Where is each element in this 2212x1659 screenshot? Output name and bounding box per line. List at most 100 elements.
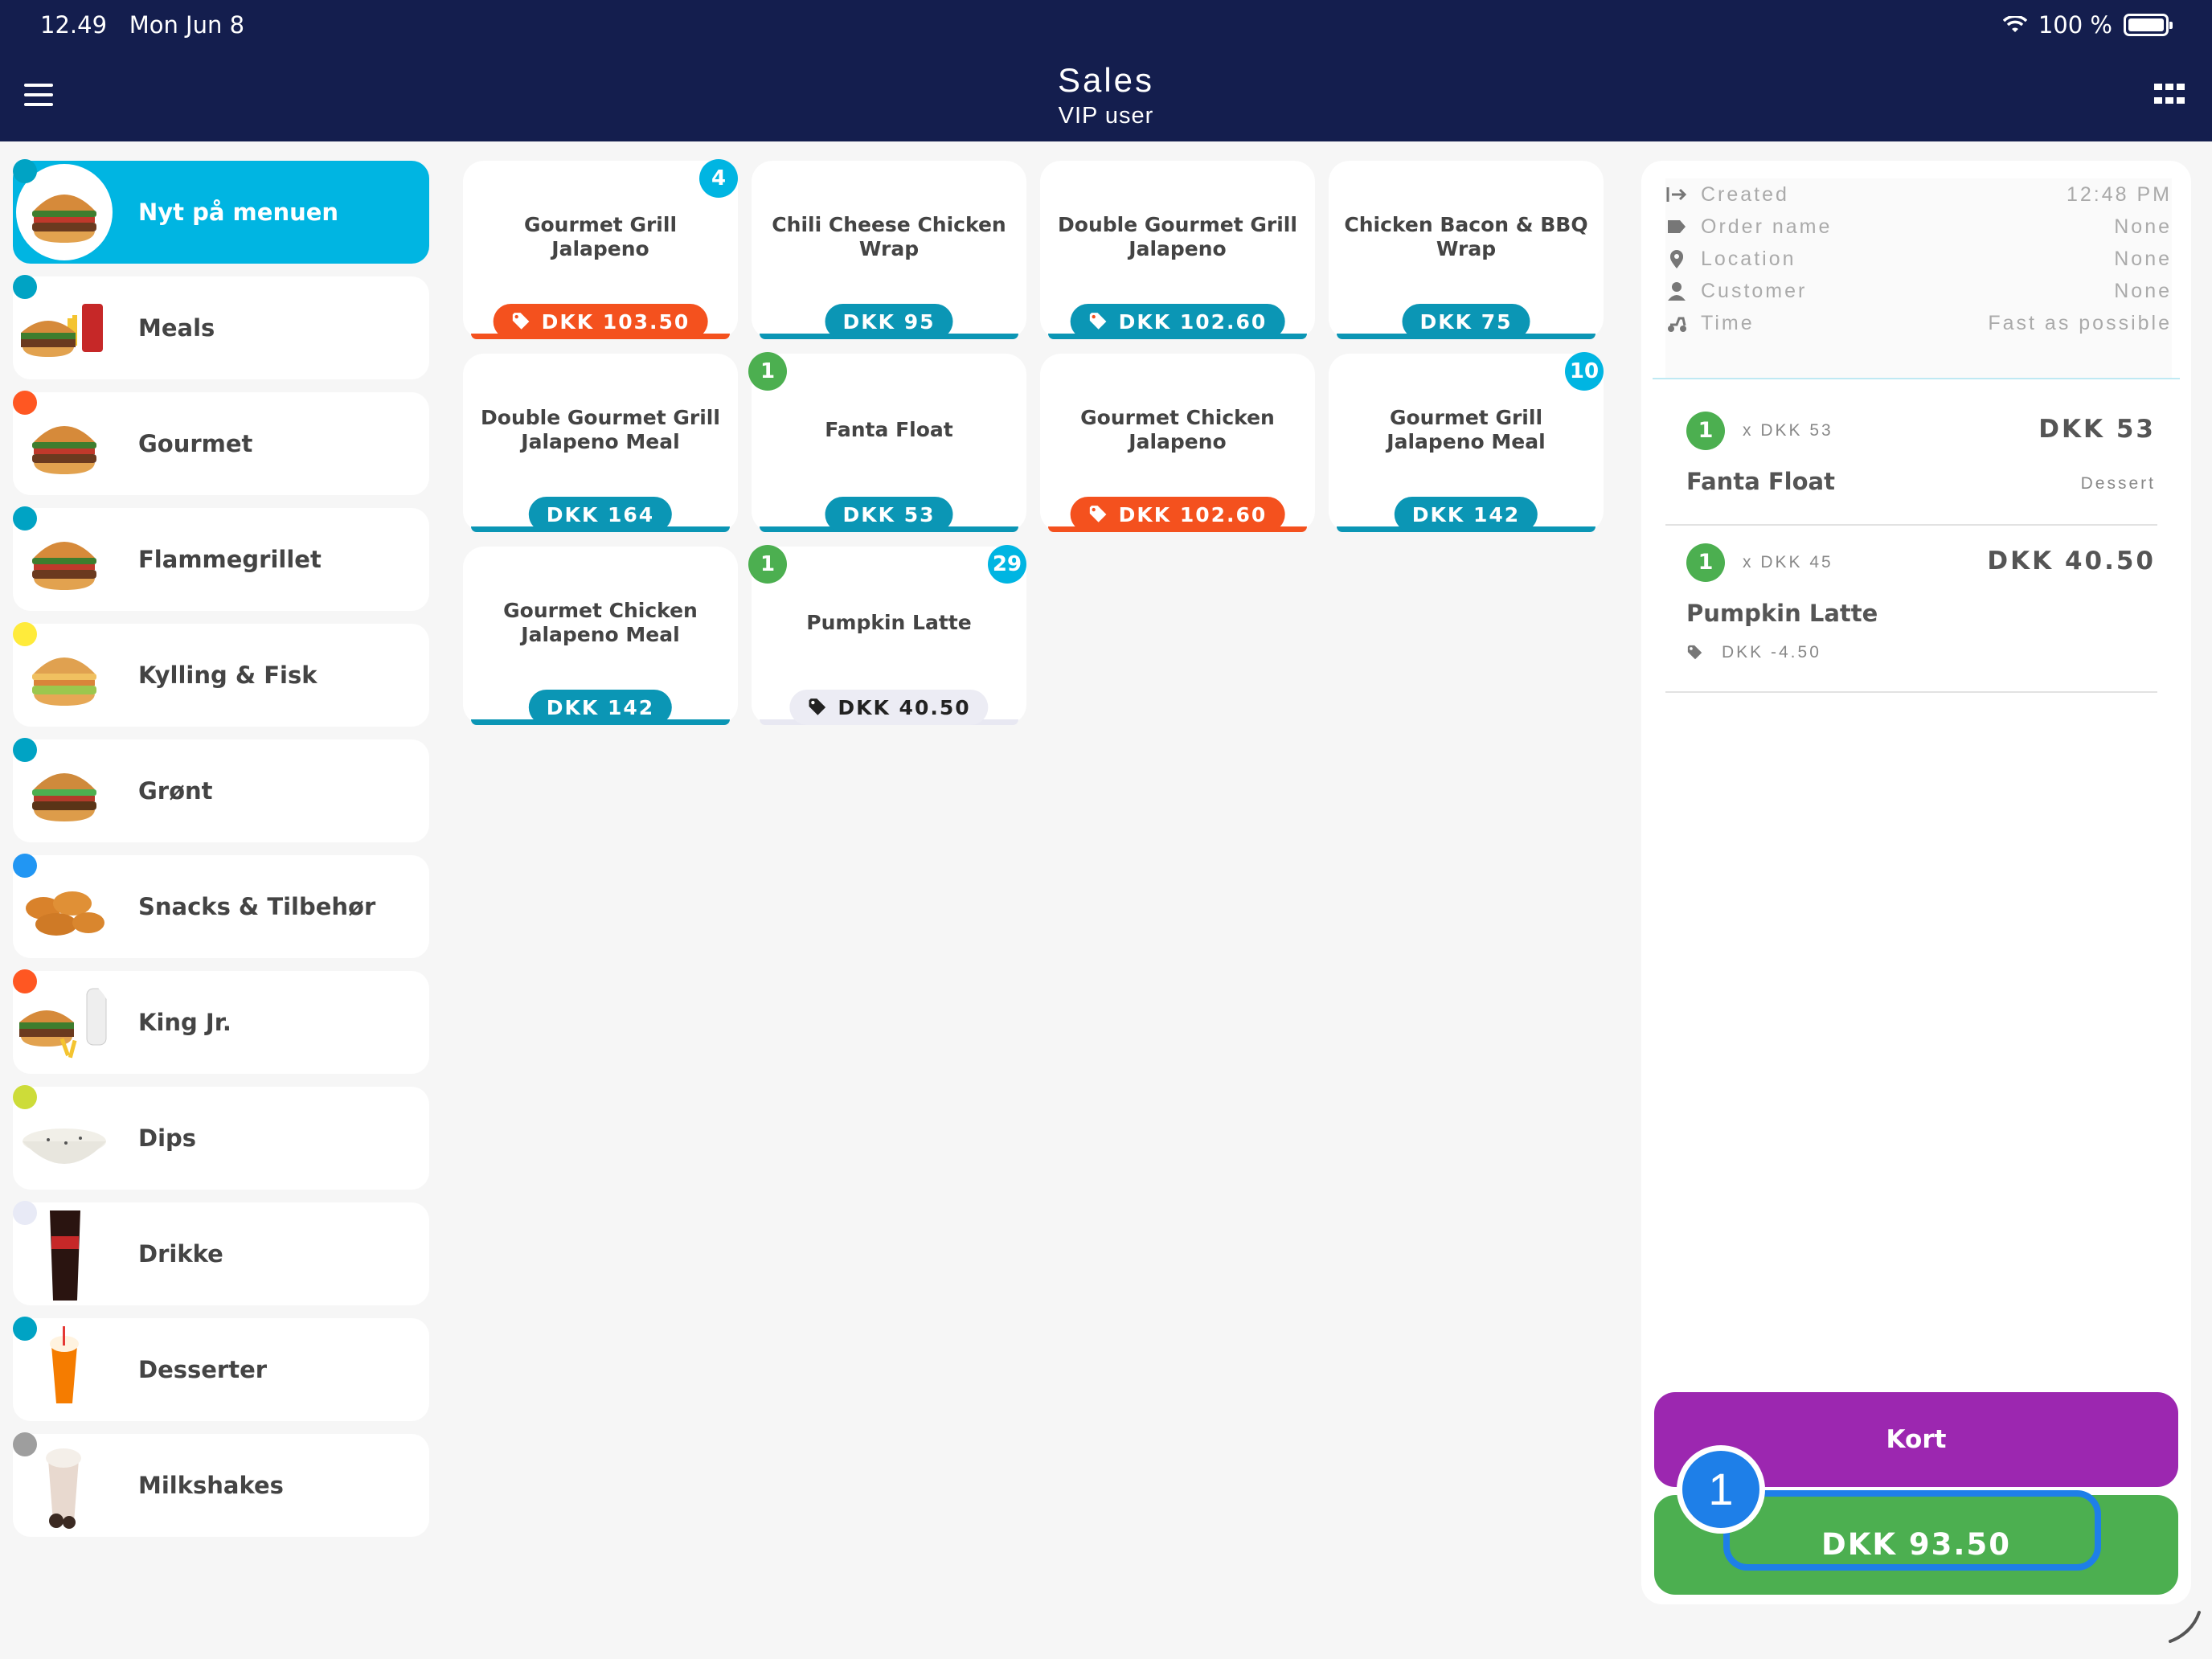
category-color-dot <box>13 159 37 183</box>
order-info-row[interactable]: Order name None <box>1665 211 2172 243</box>
category-color-dot <box>13 622 37 646</box>
divider <box>1665 691 2157 693</box>
price-text: DKK 102.60 <box>1118 309 1268 334</box>
product-tile[interactable]: Chili Cheese Chicken Wrap DKK 95 <box>752 161 1026 339</box>
status-clock: 12.49 Mon Jun 8 <box>40 11 245 39</box>
status-indicators: 100 % <box>2002 11 2173 39</box>
price-text: DKK 102.60 <box>1118 502 1268 526</box>
category-color-dot <box>13 1432 37 1456</box>
quantity-badge: 1 <box>748 545 787 584</box>
product-tile[interactable]: Chicken Bacon & BBQ Wrap DKK 75 <box>1329 161 1604 339</box>
line-item-name: Pumpkin Latte <box>1686 600 1878 627</box>
category-label: King Jr. <box>138 1009 231 1036</box>
category-label: Desserter <box>138 1356 268 1383</box>
product-name: Gourmet Grill Jalapeno Meal <box>1387 406 1546 453</box>
product-price: DKK 142 <box>1394 497 1538 532</box>
price-text: DKK 53 <box>842 502 936 526</box>
order-line[interactable]: 1 x DKK 45 DKK 40.50 Pumpkin Latte DKK -… <box>1686 543 2185 672</box>
order-info-row[interactable]: Customer None <box>1665 275 2172 307</box>
category-item[interactable]: Grønt <box>13 738 429 842</box>
price-text: DKK 164 <box>546 502 655 526</box>
info-value: Fast as possible <box>1988 312 2172 334</box>
category-label: Grønt <box>138 777 213 805</box>
order-info-row[interactable]: Created 12:48 PM <box>1665 178 2172 211</box>
product-price: DKK 40.50 <box>789 690 989 725</box>
product-tile[interactable]: Gourmet Chicken Jalapeno DKK 102.60 <box>1040 354 1315 532</box>
category-label: Nyt på menuen <box>138 199 339 226</box>
quantity-badge: 1 <box>748 352 787 391</box>
product-price: DKK 142 <box>528 690 673 725</box>
price-text: DKK 95 <box>842 309 936 334</box>
tag-icon <box>1089 506 1107 522</box>
product-name: Chicken Bacon & BBQ Wrap <box>1344 213 1588 260</box>
category-color-dot <box>13 506 37 530</box>
category-label: Drikke <box>138 1240 223 1268</box>
line-total: DKK 53 <box>2038 415 2156 444</box>
stock-badge: 29 <box>988 545 1026 584</box>
info-key: Location <box>1701 248 1796 270</box>
product-tile[interactable]: Double Gourmet Grill Jalapeno Meal DKK 1… <box>463 354 738 532</box>
product-tile[interactable]: Double Gourmet Grill Jalapeno DKK 102.60 <box>1040 161 1315 339</box>
wifi-icon <box>2002 16 2027 32</box>
page-subtitle: VIP user <box>1058 103 1154 129</box>
quantity-badge: 4 <box>699 159 738 198</box>
unit-price: x DKK 45 <box>1743 553 1833 571</box>
quantity-badge: 10 <box>1565 352 1604 391</box>
category-item[interactable]: Meals <box>13 275 429 379</box>
product-price: DKK 53 <box>825 497 953 532</box>
category-color-dot <box>13 854 37 878</box>
category-color-dot <box>13 1201 37 1225</box>
battery-percent: 100 % <box>2038 11 2112 39</box>
product-price: DKK 102.60 <box>1070 497 1285 532</box>
line-discount: DKK -4.50 <box>1686 643 1821 662</box>
battery-icon <box>2124 14 2173 36</box>
product-price: DKK 164 <box>528 497 673 532</box>
product-tile[interactable]: Fanta Float DKK 53 1 <box>748 352 1026 532</box>
category-label: Milkshakes <box>138 1472 284 1499</box>
order-info: Created 12:48 PM Order name None Locatio… <box>1665 178 2172 379</box>
info-key: Created <box>1701 183 1789 206</box>
order-info-row[interactable]: Location None <box>1665 243 2172 275</box>
product-name: Double Gourmet Grill Jalapeno Meal <box>481 406 720 453</box>
category-item[interactable]: Desserter <box>13 1317 429 1421</box>
tutorial-step-badge: 1 <box>1677 1445 1765 1534</box>
top-bar: 12.49 Mon Jun 8 100 % Sales VIP user <box>0 0 2212 141</box>
product-tile[interactable]: Gourmet Grill Jalapeno Meal DKK 142 10 <box>1329 352 1604 532</box>
line-total: DKK 40.50 <box>1987 547 2156 576</box>
product-tile[interactable]: Gourmet Chicken Jalapeno Meal DKK 142 <box>463 547 738 725</box>
product-price: DKK 95 <box>825 304 953 339</box>
category-label: Kylling & Fisk <box>138 662 317 689</box>
category-item[interactable]: Snacks & Tilbehør <box>13 854 429 958</box>
person-icon <box>1665 280 1688 302</box>
page-title: Sales <box>1057 61 1155 99</box>
category-label: Dips <box>138 1124 197 1152</box>
category-color-dot <box>13 391 37 415</box>
product-name: Fanta Float <box>825 418 953 441</box>
category-item[interactable]: King Jr. <box>13 969 429 1074</box>
location-pin-icon <box>1665 248 1688 270</box>
info-value: None <box>2114 215 2172 238</box>
category-item[interactable]: Drikke <box>13 1201 429 1305</box>
product-price: DKK 102.60 <box>1070 304 1285 339</box>
product-tile[interactable]: Gourmet Grill Jalapeno DKK 103.50 4 <box>463 159 738 339</box>
category-label: Gourmet <box>138 430 253 457</box>
pencil-scribble-icon <box>2169 1611 2201 1643</box>
product-tile[interactable]: Pumpkin Latte DKK 40.50 1 29 <box>748 545 1026 725</box>
category-item[interactable]: Flammegrillet <box>13 506 429 611</box>
category-item[interactable]: Milkshakes <box>13 1432 429 1537</box>
order-info-row[interactable]: Time Fast as possible <box>1665 307 2172 339</box>
price-text: DKK 40.50 <box>838 695 971 719</box>
product-name: Pumpkin Latte <box>806 611 972 634</box>
product-name: Gourmet Grill Jalapeno <box>523 213 678 260</box>
category-item[interactable]: Dips <box>13 1085 429 1190</box>
product-name: Gourmet Chicken Jalapeno Meal <box>503 599 698 646</box>
info-key: Customer <box>1701 280 1808 302</box>
order-line[interactable]: 1 x DKK 53 DKK 53 Fanta Float Dessert <box>1686 412 2185 516</box>
grid-view-icon[interactable] <box>2154 84 2185 108</box>
product-price: DKK 75 <box>1402 304 1530 339</box>
price-text: DKK 142 <box>546 695 655 719</box>
category-item[interactable]: Gourmet <box>13 391 429 495</box>
category-item[interactable]: Nyt på menuen <box>13 159 429 264</box>
category-item[interactable]: Kylling & Fisk <box>13 622 429 727</box>
line-item-name: Fanta Float <box>1686 468 1835 495</box>
